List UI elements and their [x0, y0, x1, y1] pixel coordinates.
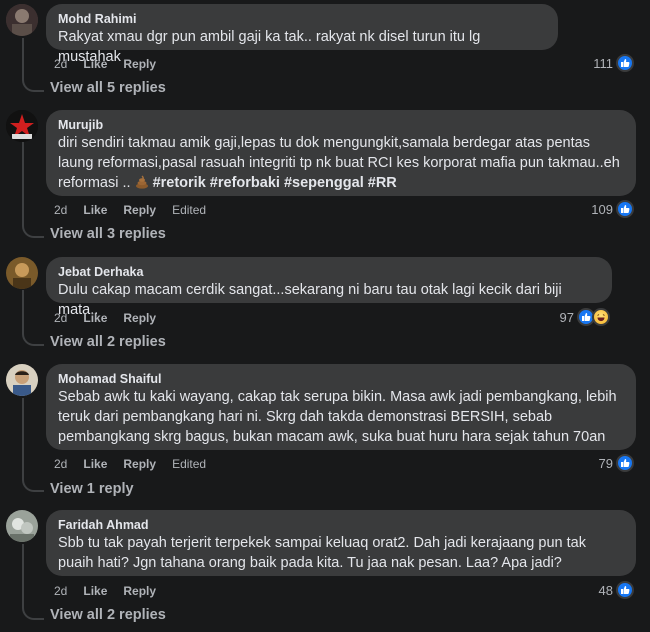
avatar-photo-icon: [6, 510, 38, 542]
thumbs-up-icon: [616, 454, 634, 472]
comment-text-line: reformasi .. #retorik #reforbaki #sepeng…: [58, 173, 624, 193]
comment-text-line: laung reformasi,pasal rasuah integriti t…: [58, 155, 620, 171]
view-replies-link[interactable]: View all 5 replies: [50, 80, 166, 96]
thread-curve: [22, 222, 44, 238]
poop-emoji-icon: [135, 175, 153, 191]
avatar[interactable]: [6, 257, 38, 289]
avatar[interactable]: [6, 4, 38, 36]
comment-text-line: Sebab awk tu kaki wayang, cakap tak seru…: [58, 389, 617, 405]
avatar-photo-icon: [6, 4, 38, 36]
avatar-photo-icon: [6, 364, 38, 396]
comment-text-fragment: reformasi ..: [58, 175, 131, 191]
comment-author[interactable]: Mohd Rahimi: [58, 11, 546, 27]
reply-button[interactable]: Reply: [123, 457, 156, 471]
avatar-photo-icon: [6, 257, 38, 289]
reaction-count: 111: [593, 55, 613, 71]
thumbs-up-icon: [616, 200, 634, 218]
comment-author[interactable]: Faridah Ahmad: [58, 517, 624, 533]
view-replies-link[interactable]: View 1 reply: [50, 481, 134, 497]
comment-text-line: Sbb tu tak payah terjerit terpekek sampa…: [58, 535, 586, 551]
thread-line: [22, 142, 24, 224]
comment-text-line: pembangkang skrg bagus, bukan macam awk,…: [58, 429, 606, 445]
reaction-summary[interactable]: 109: [591, 200, 634, 218]
comment-actions: 2d Like Reply: [54, 311, 156, 325]
like-button[interactable]: Like: [83, 457, 107, 471]
comment-time[interactable]: 2d: [54, 311, 67, 325]
laughing-face-icon: [592, 308, 610, 326]
comment-text-line: diri sendiri takmau amik gaji,lepas tu d…: [58, 135, 590, 151]
like-button[interactable]: Like: [83, 203, 107, 217]
thread-line: [22, 38, 24, 78]
like-button[interactable]: Like: [83, 584, 107, 598]
comment-actions: 2d Like Reply: [54, 57, 156, 71]
edited-label: Edited: [172, 203, 207, 217]
comment-bubble: Mohd Rahimi Rakyat xmau dgr pun ambil ga…: [46, 4, 558, 65]
comment-bubble: Mohamad Shaiful Sebab awk tu kaki wayang…: [46, 364, 636, 450]
comment-text-line: teruk dari pembangkang hari ni. Skrg dah…: [58, 409, 553, 425]
comment-time[interactable]: 2d: [54, 457, 67, 471]
avatar[interactable]: [6, 364, 38, 396]
comment-author[interactable]: Mohamad Shaiful: [58, 371, 624, 387]
thread-curve: [22, 76, 44, 92]
comment-author[interactable]: Jebat Derhaka: [58, 264, 600, 280]
avatar[interactable]: [6, 110, 38, 142]
comment-time[interactable]: 2d: [54, 584, 67, 598]
reply-button[interactable]: Reply: [123, 203, 156, 217]
reaction-summary[interactable]: 111: [593, 54, 634, 72]
reaction-count: 109: [591, 201, 613, 217]
thread-line: [22, 544, 24, 606]
hashtags[interactable]: #retorik #reforbaki #sepenggal #RR: [153, 175, 397, 191]
like-button[interactable]: Like: [83, 311, 107, 325]
comment-actions: 2d Like Reply Edited: [54, 203, 206, 217]
avatar[interactable]: [6, 510, 38, 542]
edited-label: Edited: [172, 457, 207, 471]
thumbs-up-icon: [616, 581, 634, 599]
reply-button[interactable]: Reply: [123, 57, 156, 71]
reaction-count: 97: [559, 309, 574, 325]
thumbs-up-icon: [616, 54, 634, 72]
like-button[interactable]: Like: [83, 57, 107, 71]
reply-button[interactable]: Reply: [123, 311, 156, 325]
star-logo-icon: [6, 110, 38, 142]
comment-time[interactable]: 2d: [54, 203, 67, 217]
reaction-summary[interactable]: 48: [599, 581, 634, 599]
comment-text-line: puaih hati? Jgn tahana orang baik pada k…: [58, 555, 562, 571]
reaction-count: 48: [598, 582, 613, 598]
comment-bubble: Faridah Ahmad Sbb tu tak payah terjerit …: [46, 510, 636, 576]
reaction-count: 79: [598, 455, 613, 471]
comment-bubble: Murujib diri sendiri takmau amik gaji,le…: [46, 110, 636, 196]
reply-button[interactable]: Reply: [123, 584, 156, 598]
thread-curve: [22, 330, 44, 346]
view-replies-link[interactable]: View all 2 replies: [50, 607, 166, 623]
thread-curve: [22, 604, 44, 620]
reaction-summary[interactable]: 97: [560, 308, 610, 326]
thread-line: [22, 290, 24, 332]
comment-bubble: Jebat Derhaka Dulu cakap macam cerdik sa…: [46, 257, 612, 318]
comment-actions: 2d Like Reply Edited: [54, 457, 206, 471]
view-replies-link[interactable]: View all 2 replies: [50, 334, 166, 350]
comment-actions: 2d Like Reply: [54, 584, 156, 598]
thread-curve: [22, 476, 44, 492]
comment-time[interactable]: 2d: [54, 57, 67, 71]
reaction-summary[interactable]: 79: [599, 454, 634, 472]
view-replies-link[interactable]: View all 3 replies: [50, 226, 166, 242]
comment-author[interactable]: Murujib: [58, 117, 624, 133]
thread-line: [22, 398, 24, 478]
